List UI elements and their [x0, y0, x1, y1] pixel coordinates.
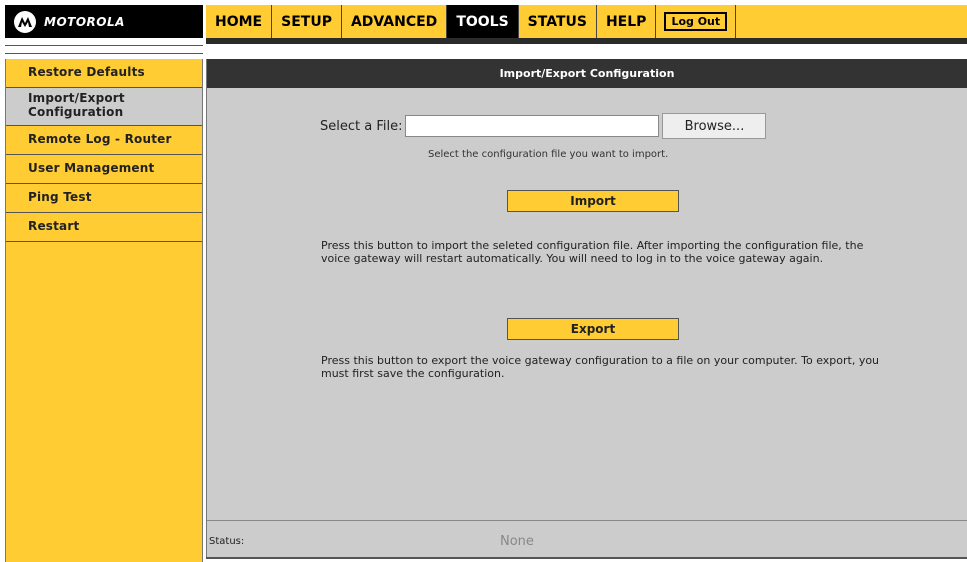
- import-button[interactable]: Import: [507, 190, 679, 212]
- sidebar-item-import-export[interactable]: Import/Export Configuration: [6, 88, 202, 126]
- nav-help[interactable]: HELP: [597, 5, 657, 38]
- status-label: Status:: [209, 536, 245, 547]
- logout-container: Log Out: [656, 5, 737, 38]
- header-divider: [206, 38, 967, 44]
- browse-button[interactable]: Browse...: [662, 113, 767, 139]
- export-button[interactable]: Export: [507, 318, 679, 340]
- brand-name: MOTOROLA: [44, 14, 125, 29]
- sidebar-item-restart[interactable]: Restart: [6, 213, 202, 242]
- nav-status[interactable]: STATUS: [519, 5, 597, 38]
- sidebar-divider: [5, 45, 203, 54]
- nav-advanced[interactable]: ADVANCED: [342, 5, 448, 38]
- file-label: Select a File:: [320, 118, 403, 134]
- sidebar-item-restore-defaults[interactable]: Restore Defaults: [6, 59, 202, 88]
- file-hint: Select the configuration file you want t…: [428, 149, 669, 160]
- brand-logo[interactable]: MOTOROLA: [5, 5, 203, 38]
- router-admin-page: MOTOROLA HOME SETUP ADVANCED TOOLS STATU…: [0, 0, 967, 562]
- status-bar: Status: None: [207, 520, 967, 557]
- status-value: None: [500, 534, 534, 549]
- sidebar-item-ping-test[interactable]: Ping Test: [6, 184, 202, 213]
- nav-setup[interactable]: SETUP: [272, 5, 342, 38]
- nav-tools[interactable]: TOOLS: [447, 5, 519, 38]
- sidebar-item-remote-log[interactable]: Remote Log - Router: [6, 126, 202, 155]
- page-title: Import/Export Configuration: [207, 59, 967, 88]
- main-bottom-border: [206, 557, 967, 559]
- logout-button[interactable]: Log Out: [664, 12, 728, 31]
- file-path-input[interactable]: [405, 115, 660, 137]
- file-select-row: Select a File: Browse...: [320, 113, 767, 139]
- main-panel: Import/Export Configuration Select a Fil…: [206, 59, 967, 557]
- nav-home[interactable]: HOME: [206, 5, 273, 38]
- import-description: Press this button to import the seleted …: [321, 239, 864, 265]
- sidebar-item-user-management[interactable]: User Management: [6, 155, 202, 184]
- sidebar: Restore Defaults Import/Export Configura…: [5, 59, 203, 562]
- export-description: Press this button to export the voice ga…: [321, 354, 880, 380]
- motorola-batwing-icon: [14, 10, 36, 33]
- top-navigation: HOME SETUP ADVANCED TOOLS STATUS HELP Lo…: [206, 5, 967, 39]
